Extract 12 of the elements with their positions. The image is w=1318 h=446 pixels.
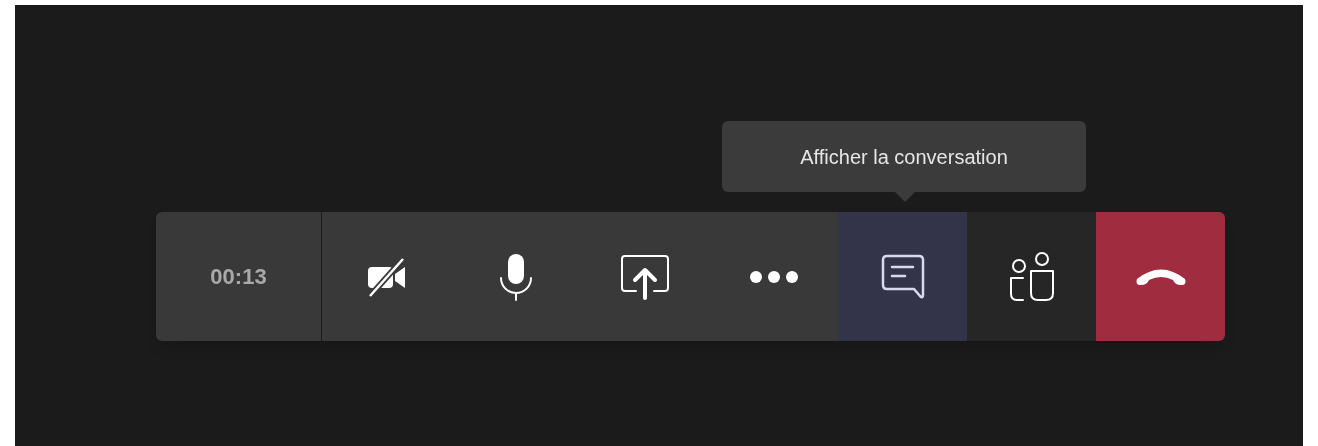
- hang-up-button[interactable]: [1096, 212, 1225, 341]
- camera-button[interactable]: [322, 212, 451, 341]
- tooltip-text: Afficher la conversation: [800, 144, 1008, 170]
- share-screen-icon: [619, 253, 670, 300]
- microphone-icon: [497, 251, 534, 302]
- more-button[interactable]: [709, 212, 838, 341]
- people-icon: [1008, 251, 1055, 302]
- chat-button[interactable]: [838, 212, 967, 341]
- chat-icon: [880, 253, 925, 300]
- participants-button[interactable]: [967, 212, 1096, 341]
- call-timer: 00:13: [210, 263, 267, 291]
- more-options-icon: [748, 269, 799, 284]
